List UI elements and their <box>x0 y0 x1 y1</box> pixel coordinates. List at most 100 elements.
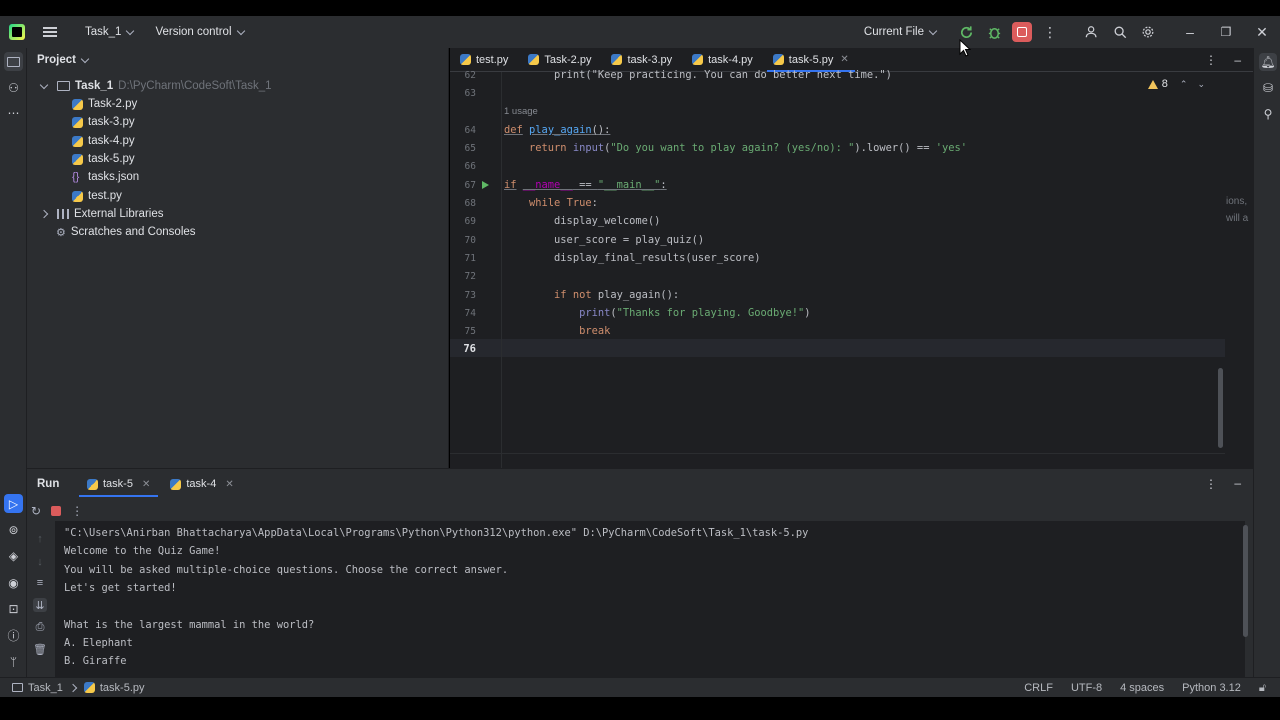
console-line: Let's get started! <box>64 582 177 594</box>
tab-task-5-py[interactable]: task-5.py ✕ <box>763 48 859 72</box>
line-separator-widget[interactable]: CRLF <box>1024 682 1053 694</box>
code-line[interactable]: display_final_results(user_score) <box>504 252 760 264</box>
inspection-widget[interactable]: 8 ⌃ ⌄ <box>1147 78 1205 90</box>
close-tab-icon[interactable]: ✕ <box>225 479 233 490</box>
services-icon: ◉ <box>8 575 19 590</box>
minimize-button[interactable]: – <box>1172 16 1208 48</box>
tree-file-test[interactable]: test.py <box>72 187 122 205</box>
git-tool-button[interactable]: ᛘ <box>4 652 23 671</box>
sciview-tool-button[interactable]: ⚲ <box>1259 105 1277 123</box>
console-line: What is the largest mammal in the world? <box>64 619 315 631</box>
code-line[interactable]: user_score = play_quiz() <box>504 234 704 246</box>
git-branch-icon: ᛘ <box>9 654 18 669</box>
close-tab-icon[interactable]: ✕ <box>840 54 848 65</box>
code-line[interactable]: if not play_again(): <box>504 289 679 301</box>
code-with-me-button[interactable] <box>1078 16 1106 48</box>
python-file-icon <box>83 682 95 693</box>
console-line: A. Elephant <box>64 637 133 649</box>
tree-file-task-4[interactable]: task-4.py <box>72 132 135 150</box>
code-line[interactable]: while True: <box>504 197 598 209</box>
console-line: B. Giraffe <box>64 655 127 667</box>
services-tool-button[interactable]: ◉ <box>4 573 23 592</box>
main-menu-icon[interactable] <box>43 27 57 37</box>
python-file-icon <box>528 54 540 65</box>
pycharm-logo-icon <box>9 24 25 40</box>
python-packages-button[interactable]: ⊚ <box>4 520 23 539</box>
soft-wrap-icon[interactable]: ≡ <box>33 576 47 590</box>
project-tool-button[interactable] <box>4 52 23 71</box>
debug-button[interactable] <box>980 16 1008 48</box>
code-line[interactable]: break <box>504 325 610 337</box>
stop-button[interactable] <box>1008 16 1036 48</box>
vcs-widget[interactable]: Version control <box>149 26 249 38</box>
trash-icon[interactable]: 🗑︎ <box>33 642 47 656</box>
tree-external-libraries[interactable]: External Libraries <box>39 205 163 223</box>
run-gutter-icon[interactable] <box>482 181 489 189</box>
code-line[interactable]: return input("Do you want to play again?… <box>504 142 967 154</box>
restore-button[interactable]: ❐ <box>1208 16 1244 48</box>
close-window-button[interactable]: ✕ <box>1244 16 1280 48</box>
tab-test-py[interactable]: test.py <box>450 48 518 72</box>
layers-tool-button[interactable]: ◈ <box>4 546 23 565</box>
tab-task-4-py[interactable]: task-4.py <box>682 48 763 72</box>
usage-hint[interactable]: 1 usage <box>504 106 538 117</box>
project-panel-header[interactable]: Project <box>27 48 448 72</box>
tab-task-2-py[interactable]: Task-2.py <box>518 48 601 72</box>
scroll-to-end-icon[interactable]: ⇊ <box>33 598 47 612</box>
run-panel-minimize-button[interactable]: – <box>1234 476 1241 490</box>
project-widget[interactable]: Task_1 <box>79 26 139 38</box>
database-tool-button[interactable]: ⛁ <box>1259 79 1277 97</box>
vertical-dots-icon[interactable]: ⋮ <box>71 504 83 518</box>
stop-icon <box>1012 22 1032 42</box>
terminal-tool-button[interactable]: ⊡ <box>4 599 23 618</box>
code-line[interactable]: print("Thanks for playing. Goodbye!") <box>504 307 810 319</box>
more-actions-button[interactable]: ⋮ <box>1036 16 1064 48</box>
tree-file-task-3[interactable]: task-3.py <box>72 113 135 131</box>
structure-tool-button[interactable]: ⚇ <box>4 78 23 97</box>
editor-hscroll[interactable] <box>450 453 1225 468</box>
line-number: 66 <box>464 161 476 172</box>
editor-scrollbar[interactable] <box>1218 368 1223 448</box>
tree-file-task-5[interactable]: task-5.py <box>72 150 135 168</box>
run-tab-task-5[interactable]: task-5 ✕ <box>77 469 160 499</box>
close-tab-icon[interactable]: ✕ <box>142 479 150 490</box>
console-line: "C:\Users\Anirban Bhattacharya\AppData\L… <box>64 527 809 539</box>
code-line[interactable]: print("Keep practicing. You can do bette… <box>504 69 892 81</box>
tree-root-name: Task_1 <box>75 80 114 92</box>
code-line[interactable]: display_welcome() <box>504 215 660 227</box>
up-arrow-icon[interactable]: ↑ <box>33 532 47 546</box>
code-line[interactable]: if __name__ == "__main__": <box>504 179 667 191</box>
horizontal-dots-icon: ⋯ <box>7 105 20 120</box>
tree-file-task-2[interactable]: Task-2.py <box>72 95 137 113</box>
interpreter-widget[interactable]: Python 3.12 <box>1182 682 1241 694</box>
line-number: 63 <box>464 88 476 99</box>
tab-task-3-py[interactable]: task-3.py <box>601 48 682 72</box>
line-number: 67 <box>464 180 476 191</box>
tree-root-task1[interactable]: Task_1 D:\PyCharm\CodeSoft\Task_1 <box>39 77 272 95</box>
tree-scratches[interactable]: ⚙ Scratches and Consoles <box>56 223 196 241</box>
run-config-widget[interactable]: Current File <box>858 26 942 38</box>
run-panel-menu-button[interactable]: ⋮ <box>1205 477 1217 491</box>
chevron-down-icon[interactable]: ⌄ <box>1197 79 1205 90</box>
encoding-widget[interactable]: UTF-8 <box>1071 682 1102 694</box>
settings-button[interactable] <box>1134 16 1162 48</box>
tree-file-tasks-json[interactable]: {} tasks.json <box>72 168 139 186</box>
more-tools-button[interactable]: ⋯ <box>4 103 23 122</box>
run-tool-button[interactable]: ▷ <box>4 494 23 513</box>
code-line[interactable]: def play_again(): <box>504 124 610 136</box>
search-everywhere-button[interactable] <box>1106 16 1134 48</box>
breadcrumb-file[interactable]: task-5.py <box>100 682 145 694</box>
console-scrollbar[interactable] <box>1243 525 1248 637</box>
run-console[interactable]: "C:\Users\Anirban Bhattacharya\AppData\L… <box>55 521 1245 678</box>
chevron-up-icon[interactable]: ⌃ <box>1180 79 1188 90</box>
problems-tool-button[interactable]: ⓘ <box>4 626 23 645</box>
lock-icon[interactable]: 🔓︎ <box>1259 682 1266 695</box>
run-tab-task-4[interactable]: task-4 ✕ <box>160 469 243 499</box>
notifications-button[interactable]: 🔔︎ <box>1259 53 1277 71</box>
editor-minimize-button[interactable]: – <box>1234 48 1241 72</box>
editor-tabs-menu-button[interactable]: ⋮ <box>1205 48 1217 72</box>
breadcrumb-project[interactable]: Task_1 <box>28 682 63 694</box>
print-icon[interactable]: ⎙ <box>33 620 47 634</box>
down-arrow-icon[interactable]: ↓ <box>33 555 47 569</box>
indent-widget[interactable]: 4 spaces <box>1120 682 1164 694</box>
